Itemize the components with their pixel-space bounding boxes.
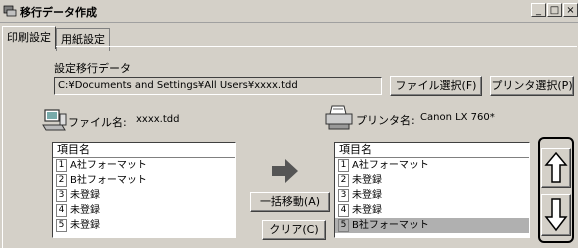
printer-name-value: Canon LX 760* [420,112,495,123]
source-item-list[interactable]: 項目名 1 A社フォーマット 2 B社フォーマット 3 未登録 4 未登録 5 未登録 [52,142,236,238]
app-icon [3,5,17,17]
path-field: C:¥Documents and Settings¥All Users¥xxxx… [54,77,382,95]
maximize-button[interactable]: □ [547,3,562,17]
printer-icon [325,105,353,130]
list-item[interactable]: 4 未登録 [335,203,529,218]
computer-icon [42,109,67,131]
list-item[interactable]: 2 未登録 [335,173,529,188]
title-bar: 移行データ作成 _ □ × [0,0,578,23]
right-arrow-icon [272,159,298,183]
down-arrow-icon [544,198,568,232]
clear-button[interactable]: クリア(C) [262,220,326,240]
migrate-data-label: 設定移行データ [54,62,131,75]
file-name-value: xxxx.tdd [136,114,180,125]
file-name-label: ファイル名: [68,116,127,129]
move-down-button[interactable] [541,194,571,236]
select-printer-button[interactable]: プリンタ選択(P) [490,76,574,96]
list-header: 項目名 [53,143,235,158]
printer-name-label: プリンタ名: [356,114,415,127]
list-item-selected[interactable]: 5 B社フォーマット [335,218,529,233]
list-item[interactable]: 1 A社フォーマット [335,158,529,173]
list-item[interactable]: 5 未登録 [53,218,235,233]
list-item[interactable]: 3 未登録 [53,188,235,203]
move-up-button[interactable] [541,148,571,188]
list-header: 項目名 [335,143,529,158]
select-file-button[interactable]: ファイル選択(F) [390,76,482,96]
up-arrow-icon [544,151,568,183]
list-item[interactable]: 4 未登録 [53,203,235,218]
list-item[interactable]: 3 未登録 [335,188,529,203]
window-title: 移行データ作成 [20,6,97,19]
target-item-list[interactable]: 項目名 1 A社フォーマット 2 未登録 3 未登録 4 未登録 5 B社フォーマット [334,142,530,238]
window-controls: _ □ × [531,3,578,17]
tab-print-settings[interactable]: 印刷設定 [2,26,56,49]
list-item[interactable]: 1 A社フォーマット [53,158,235,173]
move-all-button[interactable]: 一括移動(A) [250,192,330,212]
list-item[interactable]: 2 B社フォーマット [53,173,235,188]
minimize-button[interactable]: _ [531,3,546,17]
close-button[interactable]: × [563,3,578,17]
